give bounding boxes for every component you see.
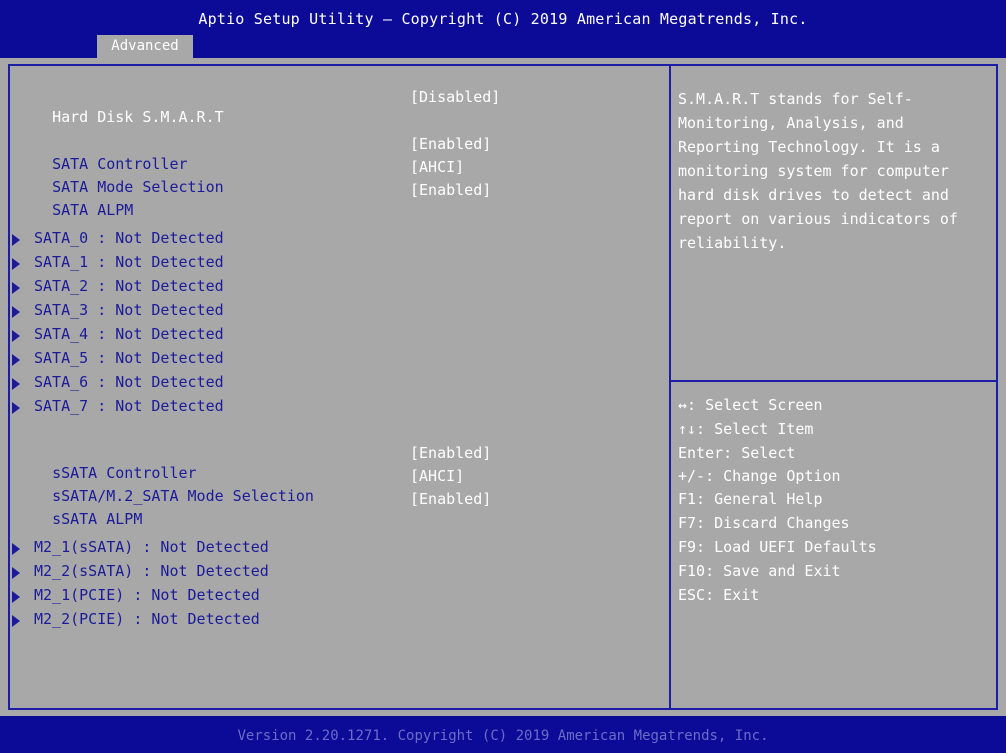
- submenu-arrow-icon: [12, 282, 20, 294]
- submenu-sata-0[interactable]: SATA_0 : Not Detected: [34, 228, 224, 248]
- setting-value-ssata-mode[interactable]: [AHCI]: [410, 466, 464, 486]
- submenu-arrow-icon: [12, 354, 20, 366]
- submenu-arrow-icon: [12, 615, 20, 627]
- submenu-arrow-icon: [12, 591, 20, 603]
- submenu-sata-1[interactable]: SATA_1 : Not Detected: [34, 252, 224, 272]
- setting-row-ssata-alpm[interactable]: sSATA ALPM: [34, 489, 142, 529]
- panel-divider: [669, 64, 671, 710]
- submenu-arrow-icon: [12, 330, 20, 342]
- submenu-sata-5[interactable]: SATA_5 : Not Detected: [34, 348, 224, 368]
- submenu-sata-3[interactable]: SATA_3 : Not Detected: [34, 300, 224, 320]
- tab-advanced[interactable]: Advanced: [97, 35, 193, 58]
- submenu-arrow-icon: [12, 306, 20, 318]
- hotkey-load-defaults: F9: Load UEFI Defaults: [678, 538, 877, 556]
- submenu-arrow-icon: [12, 258, 20, 270]
- submenu-arrow-icon: [12, 378, 20, 390]
- submenu-m2-2-ssata[interactable]: M2_2(sSATA) : Not Detected: [34, 561, 269, 581]
- hotkey-general-help: F1: General Help: [678, 490, 823, 508]
- submenu-arrow-icon: [12, 543, 20, 555]
- submenu-sata-6[interactable]: SATA_6 : Not Detected: [34, 372, 224, 392]
- submenu-arrow-icon: [12, 234, 20, 246]
- submenu-m2-1-pcie[interactable]: M2_1(PCIE) : Not Detected: [34, 585, 260, 605]
- hotkey-change-option: +/-: Change Option: [678, 467, 841, 485]
- setting-label: sSATA ALPM: [52, 510, 143, 528]
- help-description: S.M.A.R.T stands for Self-Monitoring, An…: [678, 90, 958, 252]
- submenu-arrow-icon: [12, 402, 20, 414]
- hotkey-save-exit: F10: Save and Exit: [678, 562, 841, 580]
- hotkey-select-item: ↑↓: Select Item: [678, 420, 814, 438]
- setting-value-hard-disk-smart[interactable]: [Disabled]: [410, 87, 500, 107]
- footer-bar: Version 2.20.1271. Copyright (C) 2019 Am…: [0, 716, 1006, 753]
- setting-value-ssata-controller[interactable]: [Enabled]: [410, 443, 491, 463]
- setting-value-ssata-alpm[interactable]: [Enabled]: [410, 489, 491, 509]
- header-bar: Aptio Setup Utility – Copyright (C) 2019…: [0, 0, 1006, 58]
- footer-version-text: Version 2.20.1271. Copyright (C) 2019 Am…: [237, 728, 769, 744]
- hotkey-enter-select: Enter: Select: [678, 444, 796, 462]
- hotkey-esc-exit: ESC: Exit: [678, 586, 760, 604]
- submenu-sata-2[interactable]: SATA_2 : Not Detected: [34, 276, 224, 296]
- setting-row-hard-disk-smart[interactable]: Hard Disk S.M.A.R.T: [34, 87, 224, 127]
- submenu-arrow-icon: [12, 567, 20, 579]
- submenu-sata-4[interactable]: SATA_4 : Not Detected: [34, 324, 224, 344]
- submenu-m2-2-pcie[interactable]: M2_2(PCIE) : Not Detected: [34, 609, 260, 629]
- hotkey-select-screen: ↔: Select Screen: [678, 396, 823, 414]
- setting-label: SATA ALPM: [52, 201, 134, 219]
- setting-value-sata-alpm[interactable]: [Enabled]: [410, 180, 491, 200]
- setting-row-sata-alpm[interactable]: SATA ALPM: [34, 180, 133, 220]
- setting-value-sata-controller[interactable]: [Enabled]: [410, 134, 491, 154]
- window-title: Aptio Setup Utility – Copyright (C) 2019…: [198, 10, 808, 28]
- setting-value-sata-mode[interactable]: [AHCI]: [410, 157, 464, 177]
- submenu-m2-1-ssata[interactable]: M2_1(sSATA) : Not Detected: [34, 537, 269, 557]
- hotkey-discard-changes: F7: Discard Changes: [678, 514, 850, 532]
- setting-label: Hard Disk S.M.A.R.T: [52, 108, 224, 126]
- submenu-sata-7[interactable]: SATA_7 : Not Detected: [34, 396, 224, 416]
- help-divider: [671, 380, 998, 382]
